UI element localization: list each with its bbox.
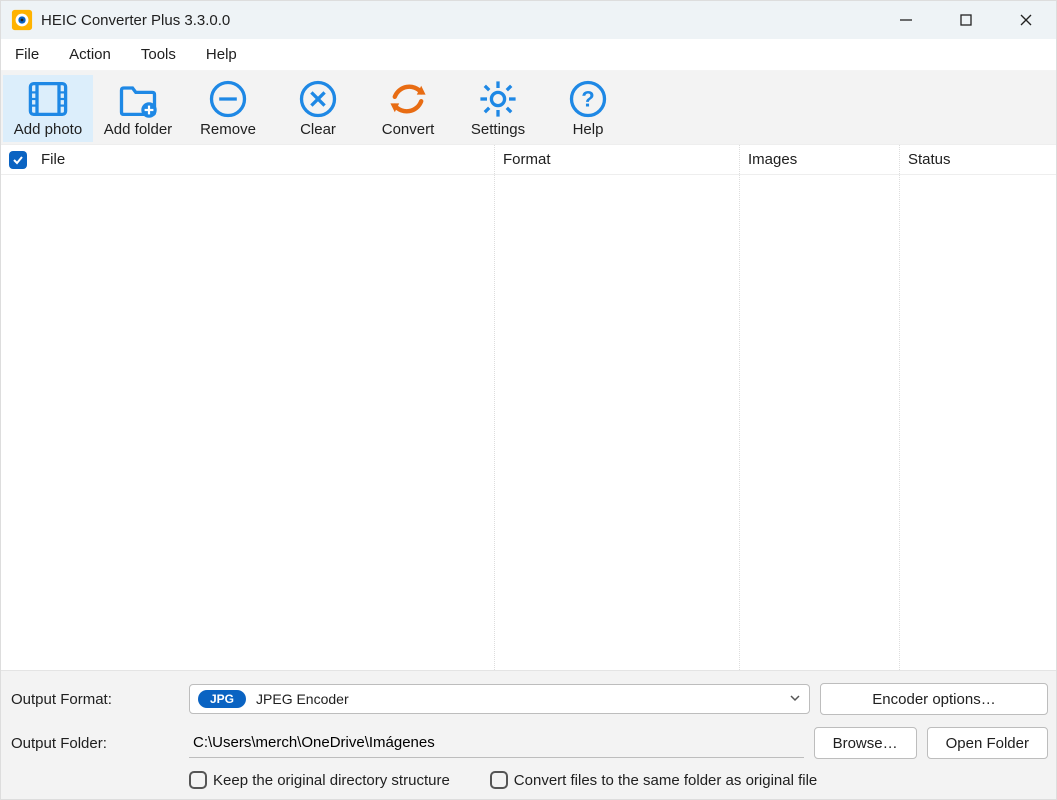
output-format-label: Output Format: (9, 691, 179, 708)
col-status[interactable]: Status (908, 151, 951, 168)
open-folder-button[interactable]: Open Folder (927, 727, 1048, 759)
col-images[interactable]: Images (748, 151, 797, 168)
bottom-panel: Output Format: JPG JPEG Encoder Encoder … (1, 670, 1056, 799)
format-text: JPEG Encoder (256, 691, 349, 707)
gear-icon (476, 77, 520, 121)
browse-button[interactable]: Browse… (814, 727, 917, 759)
toolbar-label: Convert (382, 121, 435, 138)
menu-file[interactable]: File (11, 42, 43, 67)
minus-circle-icon (206, 77, 250, 121)
encoder-options-button[interactable]: Encoder options… (820, 683, 1048, 715)
minimize-button[interactable] (876, 1, 936, 39)
convert-button[interactable]: Convert (363, 75, 453, 142)
toolbar-label: Remove (200, 121, 256, 138)
toolbar-label: Help (573, 121, 604, 138)
refresh-icon (386, 77, 430, 121)
app-icon (11, 9, 33, 31)
film-icon (26, 77, 70, 121)
table-header: File Format Images Status (1, 145, 1056, 175)
output-format-dropdown[interactable]: JPG JPEG Encoder (189, 684, 810, 714)
menu-action[interactable]: Action (65, 42, 115, 67)
maximize-button[interactable] (936, 1, 996, 39)
svg-text:?: ? (581, 87, 594, 112)
folder-plus-icon (116, 77, 160, 121)
help-button[interactable]: ? Help (543, 75, 633, 142)
settings-button[interactable]: Settings (453, 75, 543, 142)
menu-help[interactable]: Help (202, 42, 241, 67)
menu-tools[interactable]: Tools (137, 42, 180, 67)
clear-button[interactable]: Clear (273, 75, 363, 142)
col-format[interactable]: Format (503, 151, 551, 168)
keep-structure-label: Keep the original directory structure (213, 772, 450, 789)
file-list[interactable] (1, 175, 1056, 670)
close-button[interactable] (996, 1, 1056, 39)
keep-structure-checkbox[interactable] (189, 771, 207, 789)
output-folder-label: Output Folder: (9, 735, 179, 752)
toolbar-label: Settings (471, 121, 525, 138)
question-circle-icon: ? (566, 77, 610, 121)
output-folder-input[interactable] (189, 728, 804, 758)
x-circle-icon (296, 77, 340, 121)
add-photo-button[interactable]: Add photo (3, 75, 93, 142)
add-folder-button[interactable]: Add folder (93, 75, 183, 142)
same-folder-checkbox[interactable] (490, 771, 508, 789)
window-title: HEIC Converter Plus 3.3.0.0 (41, 12, 230, 29)
same-folder-label: Convert files to the same folder as orig… (514, 772, 817, 789)
toolbar: Add photo Add folder Remove Clear Conver… (1, 71, 1056, 145)
toolbar-label: Clear (300, 121, 336, 138)
format-badge: JPG (198, 690, 246, 708)
select-all-checkbox[interactable] (9, 151, 27, 169)
titlebar: HEIC Converter Plus 3.3.0.0 (1, 1, 1056, 39)
chevron-down-icon (789, 691, 801, 707)
remove-button[interactable]: Remove (183, 75, 273, 142)
toolbar-label: Add photo (14, 121, 82, 138)
col-file[interactable]: File (41, 151, 65, 168)
toolbar-label: Add folder (104, 121, 172, 138)
menubar: File Action Tools Help (1, 39, 1056, 71)
